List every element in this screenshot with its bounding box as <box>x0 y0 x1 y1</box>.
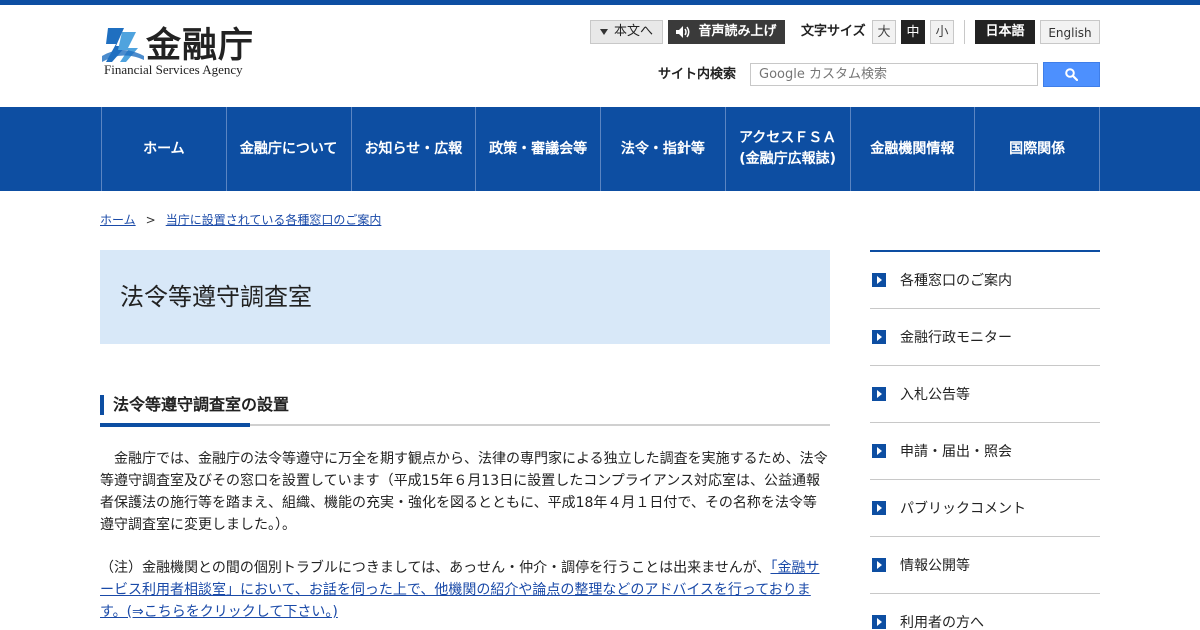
sidebar-item-label: 各種窓口のご案内 <box>900 273 1012 289</box>
gnav-label: 金融機関情報 <box>870 140 955 157</box>
breadcrumb-current-link[interactable]: 当庁に設置されている各種窓口のご案内 <box>166 213 382 227</box>
gnav-item-international[interactable]: 国際関係 <box>975 107 1100 191</box>
top-accent-bar <box>0 0 1200 5</box>
note-paragraph: （注）金融機関との間の個別トラブルにつきましては、あっせん・仲介・調停を行うこと… <box>100 557 830 623</box>
arrow-right-square-icon <box>872 387 886 401</box>
section-underline-accent <box>100 423 250 427</box>
site-search-label: サイト内検索 <box>658 67 737 82</box>
skip-label: 本文へ <box>613 24 653 39</box>
language-japanese-button[interactable]: 日本語 <box>975 20 1035 44</box>
sidebar-item-monitor[interactable]: 金融行政モニター <box>870 309 1100 366</box>
gnav-item-access-fsa[interactable]: アクセスＦＳＡ (金融庁広報誌) <box>726 107 851 191</box>
arrow-right-square-icon <box>872 501 886 515</box>
note-text: （注）金融機関との間の個別トラブルにつきましては、あっせん・仲介・調停を行うこと… <box>100 560 771 576</box>
fsa-emblem-icon <box>102 28 144 62</box>
global-nav: ホーム 金融庁について お知らせ・広報 政策・審議会等 法令・指針等 アクセスＦ… <box>0 107 1200 191</box>
site-search-input[interactable] <box>750 63 1038 86</box>
font-size-large-button[interactable]: 大 <box>872 20 896 44</box>
gnav-item-news[interactable]: お知らせ・広報 <box>352 107 477 191</box>
gnav-item-about[interactable]: 金融庁について <box>227 107 352 191</box>
language-english-button[interactable]: English <box>1040 20 1100 44</box>
sidebar-item-label: 金融行政モニター <box>900 330 1012 346</box>
gnav-sublabel: (金融庁広報誌) <box>739 151 837 167</box>
gnav-label: 金融庁について <box>239 140 338 157</box>
section-heading-text: 法令等遵守調査室の設置 <box>113 395 290 414</box>
font-size-label: 文字サイズ <box>801 24 866 39</box>
triangle-down-icon <box>599 29 608 35</box>
voice-reader-button[interactable]: 音声読み上げ <box>668 20 785 44</box>
breadcrumb-separator: > <box>145 213 156 227</box>
sidebar-item-label: パブリックコメント <box>900 501 1026 517</box>
sidebar-item-contact-windows[interactable]: 各種窓口のご案内 <box>870 252 1100 309</box>
font-size-small-button[interactable]: 小 <box>930 20 954 44</box>
magnifier-icon <box>1065 68 1078 81</box>
arrow-right-square-icon <box>872 558 886 572</box>
site-logo[interactable]: 金融庁 Financial Services Agency <box>102 24 272 84</box>
section-heading-bar <box>100 395 104 415</box>
font-size-medium-button[interactable]: 中 <box>901 20 925 44</box>
sidebar-item-label: 申請・届出・照会 <box>900 444 1012 460</box>
speaker-icon <box>676 26 690 38</box>
sidebar-item-applications[interactable]: 申請・届出・照会 <box>870 423 1100 480</box>
page-title: 法令等遵守調査室 <box>120 283 312 311</box>
arrow-right-square-icon <box>872 273 886 287</box>
sidebar-item-label: 情報公開等 <box>900 558 970 574</box>
sidebar-item-users[interactable]: 利用者の方へ <box>870 594 1100 630</box>
sidebar-nav: 各種窓口のご案内 金融行政モニター 入札公告等 申請・届出・照会 パブリックコメ… <box>870 250 1100 630</box>
gnav-label: 政策・審議会等 <box>489 140 588 157</box>
breadcrumb-home-link[interactable]: ホーム <box>100 213 136 227</box>
sidebar-item-label: 入札公告等 <box>900 387 970 403</box>
gnav-label: 法令・指針等 <box>620 140 705 157</box>
logo-english-name: Financial Services Agency <box>104 62 243 77</box>
gnav-label: アクセスＦＳＡ <box>738 130 837 146</box>
page-title-box: 法令等遵守調査室 <box>100 250 830 344</box>
skip-to-content-button[interactable]: 本文へ <box>590 20 663 44</box>
gnav-label: ホーム <box>143 140 185 157</box>
gnav-item-institutions[interactable]: 金融機関情報 <box>851 107 976 191</box>
gnav-item-home[interactable]: ホーム <box>102 107 227 191</box>
breadcrumb: ホーム > 当庁に設置されている各種窓口のご案内 <box>100 211 381 229</box>
sidebar-item-disclosure[interactable]: 情報公開等 <box>870 537 1100 594</box>
voice-label: 音声読み上げ <box>698 24 777 39</box>
gnav-label: お知らせ・広報 <box>364 140 463 157</box>
utility-divider <box>964 20 965 44</box>
arrow-right-square-icon <box>872 330 886 344</box>
gnav-item-policy[interactable]: 政策・審議会等 <box>476 107 601 191</box>
intro-paragraph: 金融庁では、金融庁の法令等遵守に万全を期す観点から、法律の専門家による独立した調… <box>100 451 828 533</box>
arrow-right-square-icon <box>872 444 886 458</box>
gnav-item-laws[interactable]: 法令・指針等 <box>601 107 726 191</box>
sidebar-item-public-comment[interactable]: パブリックコメント <box>870 480 1100 537</box>
sidebar-item-label: 利用者の方へ <box>900 615 984 630</box>
search-button[interactable] <box>1043 62 1100 87</box>
sidebar-item-bids[interactable]: 入札公告等 <box>870 366 1100 423</box>
gnav-label: 国際関係 <box>1009 140 1066 157</box>
arrow-right-square-icon <box>872 615 886 629</box>
